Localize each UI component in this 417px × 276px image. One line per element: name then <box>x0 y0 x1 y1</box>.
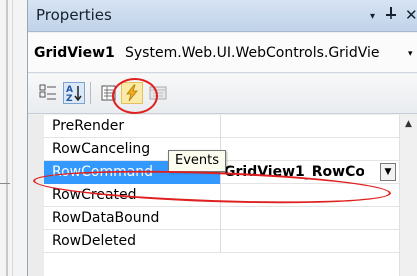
grid-row[interactable]: RowDataBound <box>44 207 399 230</box>
grid-margin <box>28 115 44 276</box>
panel-title: Properties <box>36 6 112 24</box>
sort-az-icon: A Z <box>66 85 82 104</box>
event-name: RowDataBound <box>52 210 160 226</box>
chevron-down-icon[interactable]: ▾ <box>408 49 413 59</box>
grid-row[interactable]: RowDeleted <box>44 230 399 253</box>
edge-mark <box>0 183 10 184</box>
edge-line <box>12 0 13 276</box>
object-name: GridView1 <box>34 45 115 61</box>
categorized-icon <box>39 84 56 100</box>
grid-row[interactable]: PreRender <box>44 115 399 138</box>
close-icon[interactable]: ✕ <box>405 6 417 24</box>
event-name: PreRender <box>52 118 125 134</box>
auto-hide-pin-icon[interactable] <box>385 6 397 24</box>
scroll-up-icon[interactable]: ▲ <box>405 119 412 129</box>
properties-panel: Properties ▾ ✕ GridView1 System.Web.UI.W… <box>27 0 417 276</box>
event-name: RowDeleted <box>52 233 136 249</box>
column-divider <box>220 115 221 138</box>
window-position-dropdown-icon[interactable]: ▾ <box>370 11 375 22</box>
svg-text:Z: Z <box>66 94 73 103</box>
object-selector[interactable]: GridView1 System.Web.UI.WebControls.Grid… <box>28 33 417 73</box>
pin-icon <box>386 7 396 19</box>
panel-title-bar: Properties ▾ ✕ <box>28 0 417 32</box>
value-dropdown-button[interactable]: ▼ <box>380 163 396 181</box>
column-divider <box>220 207 221 230</box>
background-window-edge <box>0 0 27 276</box>
toolbar-separator <box>90 82 91 104</box>
categorized-button[interactable] <box>37 82 59 104</box>
properties-toolbar: A Z <box>28 74 417 114</box>
object-type: System.Web.UI.WebControls.GridVie <box>125 45 380 61</box>
events-tooltip: Events <box>168 150 227 172</box>
annotation-highlight-oval <box>112 78 158 114</box>
event-name: RowCanceling <box>52 141 151 157</box>
alphabetical-button[interactable]: A Z <box>63 82 85 104</box>
column-divider <box>220 230 221 253</box>
vertical-scrollbar[interactable]: ▲ <box>399 115 417 276</box>
edge-line <box>6 0 8 276</box>
